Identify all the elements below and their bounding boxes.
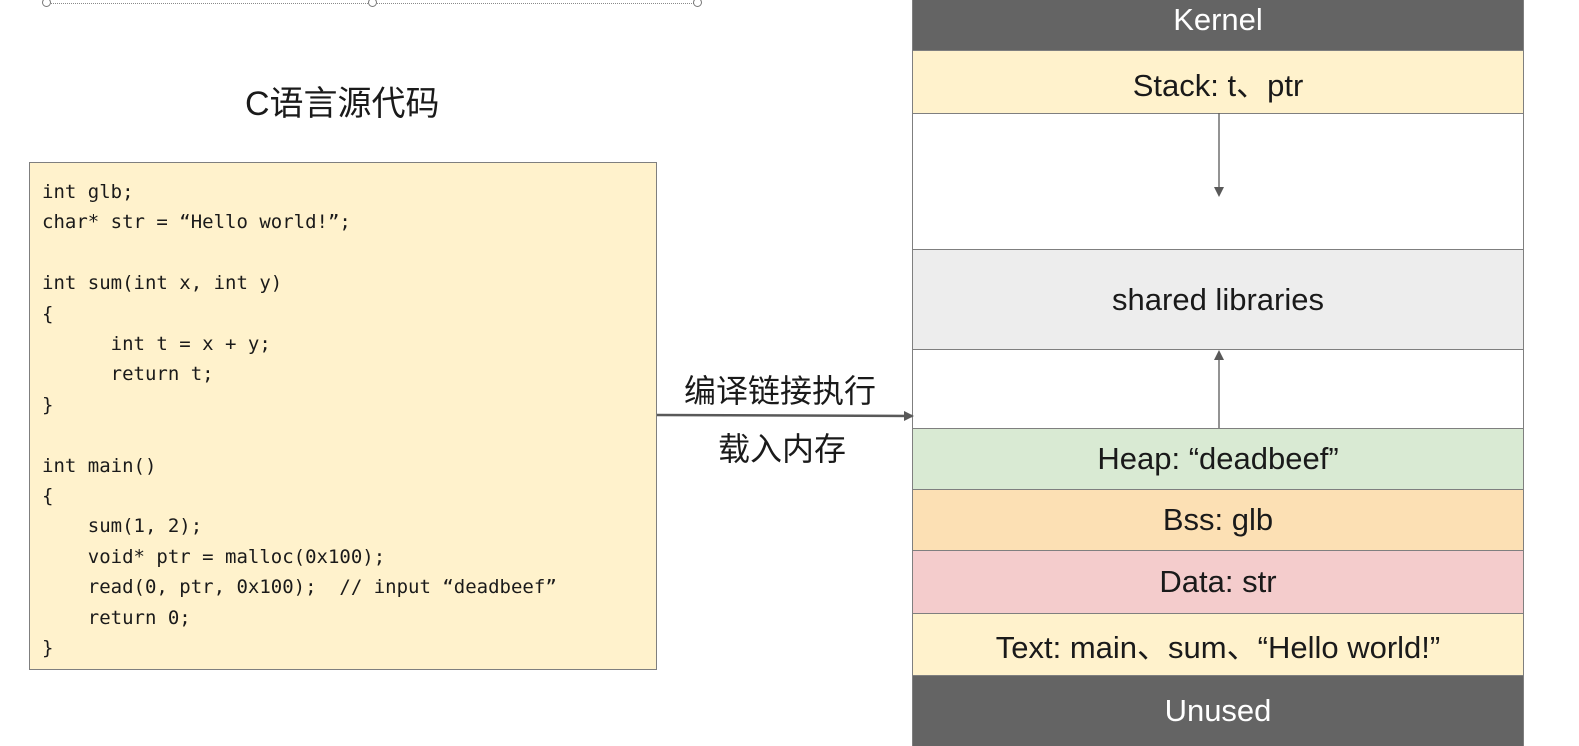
diagram-arrows xyxy=(656,113,1224,428)
load-arrow xyxy=(656,410,914,421)
